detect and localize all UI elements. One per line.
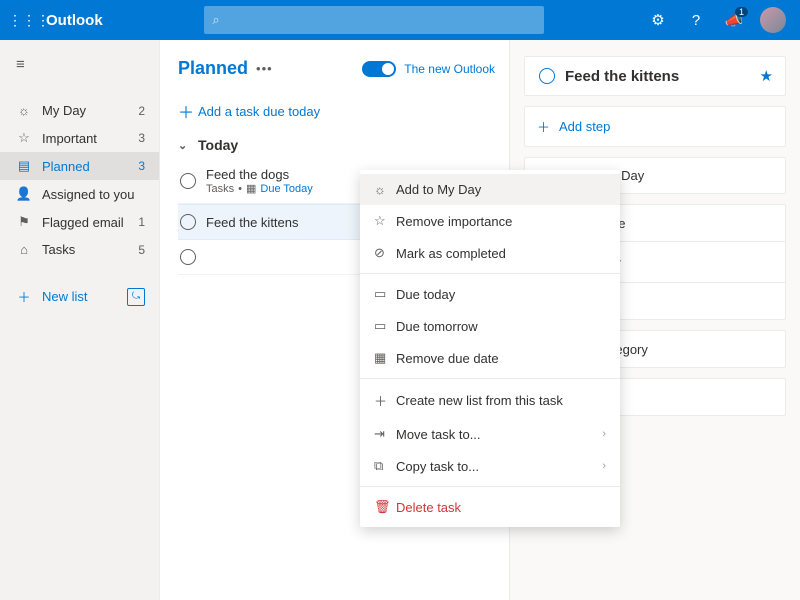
context-item-due-today[interactable]: ▭ Due today: [360, 278, 620, 310]
plus-icon: ＋: [537, 117, 559, 136]
context-item-remove-due-date[interactable]: ▦ Remove due date: [360, 342, 620, 374]
calendar-icon: ▦: [246, 182, 256, 195]
complete-circle[interactable]: [539, 68, 555, 84]
nav-icon: ☆: [14, 130, 34, 146]
sidebar-item-my-day[interactable]: ☼ My Day 2: [0, 97, 159, 124]
search-icon: ⌕: [212, 12, 219, 28]
chevron-down-icon: ⌄: [178, 139, 198, 152]
new-list-button[interactable]: ＋ New list ⤿: [0, 281, 159, 312]
complete-circle[interactable]: [180, 214, 196, 230]
more-icon[interactable]: •••: [256, 61, 273, 76]
nav-icon: ⚑: [14, 214, 34, 230]
add-task-input[interactable]: ＋ Add a task due today: [178, 99, 495, 123]
context-item-delete-task[interactable]: 🗑 Delete task: [360, 491, 620, 523]
toggle-label: The new Outlook: [404, 62, 495, 76]
sidebar-item-tasks[interactable]: ⌂ Tasks 5: [0, 236, 159, 263]
nav-icon: 👤: [14, 186, 34, 202]
group-header[interactable]: ⌄ Today: [178, 137, 495, 153]
nav-icon: ▤: [14, 158, 34, 174]
chevron-right-icon: ›: [602, 428, 606, 440]
star-icon[interactable]: ★: [760, 67, 773, 85]
top-bar: ⋮⋮⋮ Outlook ⌕ ⚙ ? 📣1: [0, 0, 800, 40]
context-item-add-to-my-day[interactable]: ☼ Add to My Day: [360, 174, 620, 205]
chevron-right-icon: ›: [602, 460, 606, 472]
plus-icon: ＋: [178, 99, 198, 123]
sidebar: ≡ ☼ My Day 2☆ Important 3▤ Planned 3👤 As…: [0, 40, 160, 600]
context-item-create-new-list-from-this-task[interactable]: ＋ Create new list from this task: [360, 383, 620, 418]
sidebar-item-flagged-email[interactable]: ⚑ Flagged email 1: [0, 208, 159, 236]
context-item-copy-task-to-[interactable]: ⧉ Copy task to... ›: [360, 450, 620, 482]
search-input[interactable]: [204, 6, 544, 34]
brand-label: Outlook: [46, 12, 103, 29]
task-list-pane: Planned ••• The new Outlook ＋ Add a task…: [160, 40, 510, 600]
sidebar-item-assigned-to-you[interactable]: 👤 Assigned to you: [0, 180, 159, 208]
app-launcher-icon[interactable]: ⋮⋮⋮: [8, 12, 40, 29]
megaphone-icon[interactable]: 📣1: [722, 11, 746, 29]
notification-badge: 1: [735, 7, 748, 17]
context-menu: ☼ Add to My Day ☆ Remove importance ⊘ Ma…: [360, 170, 620, 527]
sidebar-item-planned[interactable]: ▤ Planned 3: [0, 152, 159, 180]
context-item-move-task-to-[interactable]: ⇥ Move task to... ›: [360, 418, 620, 450]
context-item-due-tomorrow[interactable]: ▭ Due tomorrow: [360, 310, 620, 342]
nav-icon: ⌂: [14, 242, 34, 257]
help-icon[interactable]: ?: [684, 12, 708, 29]
nav-icon: ☼: [14, 103, 34, 118]
complete-circle[interactable]: [180, 249, 196, 265]
complete-circle[interactable]: [180, 173, 196, 189]
context-item-mark-as-completed[interactable]: ⊘ Mark as completed: [360, 237, 620, 269]
detail-title-card[interactable]: Feed the kittens ★: [524, 56, 786, 96]
page-title: Planned: [178, 58, 248, 79]
add-step-button[interactable]: ＋ Add step: [524, 106, 786, 147]
new-group-icon[interactable]: ⤿: [127, 288, 145, 306]
context-item-remove-importance[interactable]: ☆ Remove importance: [360, 205, 620, 237]
hamburger-icon[interactable]: ≡: [0, 50, 159, 79]
new-outlook-toggle[interactable]: [362, 61, 396, 77]
avatar[interactable]: [760, 7, 786, 33]
sidebar-item-important[interactable]: ☆ Important 3: [0, 124, 159, 152]
plus-icon: ＋: [14, 287, 34, 306]
settings-icon[interactable]: ⚙: [646, 11, 670, 29]
